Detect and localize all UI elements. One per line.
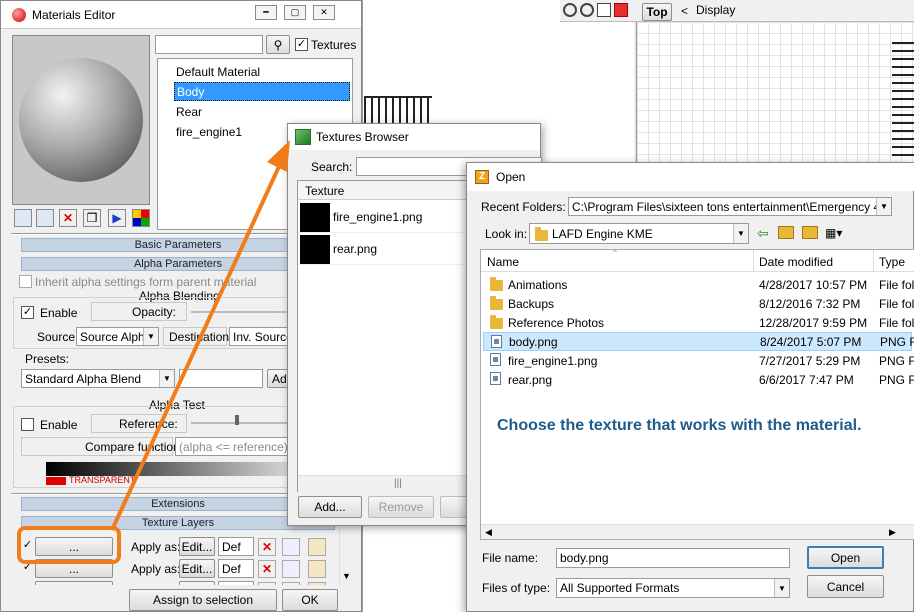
annotation-arrow-head <box>267 140 290 172</box>
highlight-box <box>17 526 121 564</box>
annotation-arrow-line <box>110 159 284 531</box>
annotation-overlay <box>17 140 290 564</box>
